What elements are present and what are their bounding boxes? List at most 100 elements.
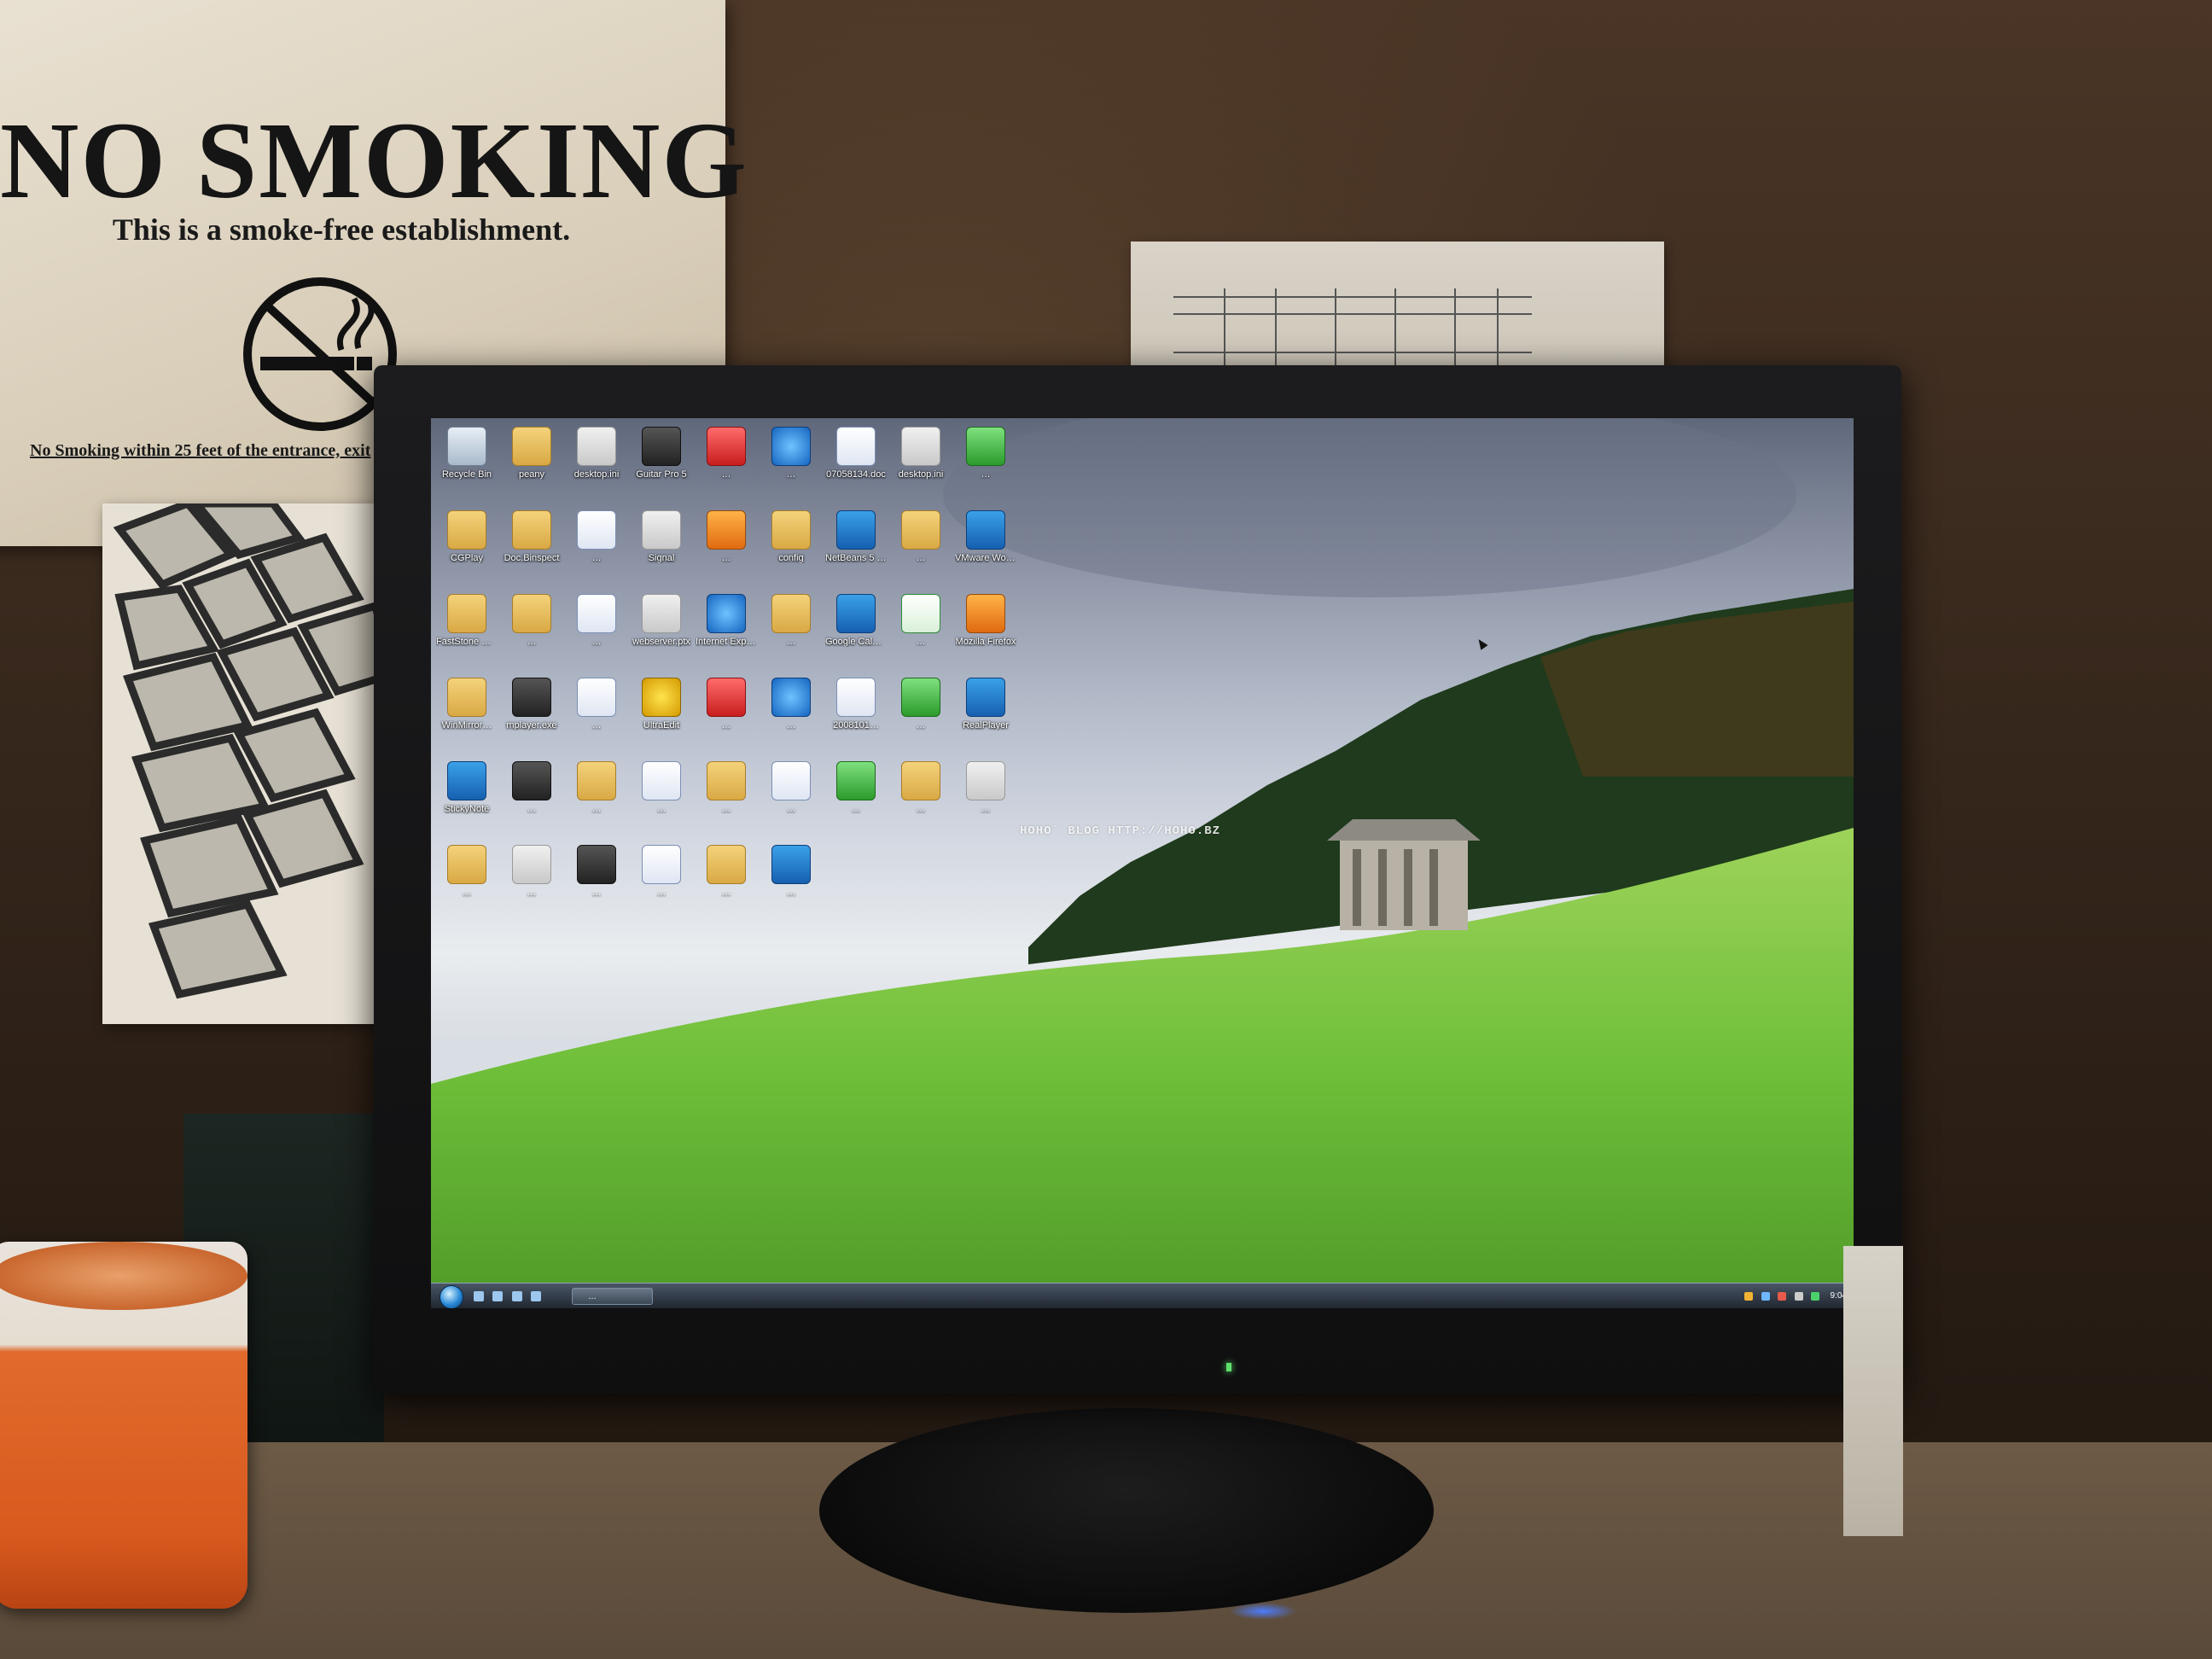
- desktop-icon[interactable]: 07058134.doc: [825, 427, 887, 504]
- desktop-icon[interactable]: …: [955, 761, 1016, 838]
- desktop-icon-label: …: [527, 637, 537, 647]
- desktop-icon[interactable]: …: [631, 845, 692, 922]
- word-doc-icon: [577, 510, 616, 550]
- folder-icon: [512, 594, 551, 633]
- desktop-icon[interactable]: Internet Explorer: [696, 594, 757, 671]
- desktop-icon[interactable]: Mozilla Firefox: [955, 594, 1016, 671]
- desktop-icon[interactable]: …: [566, 761, 627, 838]
- desktop-icon[interactable]: …: [890, 761, 952, 838]
- file-icon: [966, 761, 1005, 800]
- folder-icon: [447, 594, 486, 633]
- desktop-icon[interactable]: Recycle Bin: [436, 427, 498, 504]
- desktop-icon[interactable]: config: [760, 510, 822, 587]
- desktop-icon-label: …: [591, 804, 602, 814]
- desktop-icon[interactable]: CGPlay: [436, 510, 498, 587]
- file-icon: [642, 594, 681, 633]
- desktop-icon[interactable]: …: [501, 594, 562, 671]
- desktop-icon[interactable]: …: [696, 510, 757, 587]
- desktop-icon[interactable]: desktop.ini: [890, 427, 952, 504]
- recycle-bin-icon: [447, 427, 486, 466]
- desktop-icon[interactable]: UltraEdit: [631, 678, 692, 754]
- desktop-icon[interactable]: FastStone Capture: [436, 594, 498, 671]
- desktop-icon-label: …: [916, 720, 926, 731]
- desktop-icon[interactable]: webserver.ptx: [631, 594, 692, 671]
- realplayer-icon: [966, 678, 1005, 717]
- word-doc-icon: [836, 678, 876, 717]
- desktop-icon[interactable]: 2008101…: [825, 678, 887, 754]
- ultraedit-icon: [642, 678, 681, 717]
- desktop-icon[interactable]: …: [696, 845, 757, 922]
- app-quicklaunch-icon[interactable]: [531, 1291, 542, 1301]
- desktop-icon[interactable]: RealPlayer: [955, 678, 1016, 754]
- explorer-quicklaunch-icon[interactable]: [511, 1291, 522, 1301]
- desktop-icon[interactable]: …: [566, 845, 627, 922]
- desktop-icon[interactable]: …: [436, 845, 498, 922]
- desktop-icon[interactable]: NetBeans 5 Pro: [825, 510, 887, 587]
- start-button[interactable]: [439, 1285, 463, 1308]
- desktop-icon[interactable]: …: [760, 594, 822, 671]
- desktop-icon-label: …: [916, 637, 926, 647]
- desktop-icon[interactable]: StickyNote: [436, 761, 498, 838]
- desktop-icon[interactable]: …: [760, 761, 822, 838]
- desktop-icon[interactable]: …: [890, 510, 952, 587]
- taskbar-window-button[interactable]: …: [572, 1288, 653, 1305]
- desktop-icon[interactable]: …: [631, 761, 692, 838]
- desktop-icon-label: …: [656, 888, 667, 898]
- desktop-icon[interactable]: …: [760, 427, 822, 504]
- desktop-icon[interactable]: …: [825, 761, 887, 838]
- desktop-icon[interactable]: peany: [501, 427, 562, 504]
- word-doc-icon: [642, 761, 681, 800]
- desktop-icon[interactable]: desktop.ini: [566, 427, 627, 504]
- desktop-icon-label: …: [981, 804, 991, 814]
- desktop-icon-label: …: [721, 469, 731, 480]
- tray-status-icon[interactable]: [1811, 1292, 1820, 1301]
- desktop-icon[interactable]: Guitar Pro 5: [631, 427, 692, 504]
- desktop-icon-label: peany: [519, 469, 544, 480]
- desktop-icon[interactable]: …: [696, 427, 757, 504]
- show-desktop-icon[interactable]: [474, 1291, 484, 1301]
- desktop-icon[interactable]: …: [696, 678, 757, 754]
- desktop-icon[interactable]: Doc.Binspect: [501, 510, 562, 587]
- desktop-icon-label: FastStone Capture: [436, 637, 498, 647]
- tray-network-icon[interactable]: [1761, 1292, 1770, 1301]
- ie-quicklaunch-icon[interactable]: [492, 1291, 504, 1301]
- desktop-icon-label: desktop.ini: [898, 469, 944, 480]
- noodle-cup-lid: [0, 1242, 247, 1310]
- desktop-icon-label: VMware Workstation: [955, 553, 1016, 563]
- desktop-icon[interactable]: VMware Workstation: [955, 510, 1016, 587]
- app-icon: [707, 678, 746, 717]
- wooden-hut: [1327, 819, 1481, 930]
- desktop-icon[interactable]: …: [890, 594, 952, 671]
- desktop-icon[interactable]: …: [566, 594, 627, 671]
- calendar-icon: [447, 761, 486, 800]
- desktop-icon[interactable]: …: [696, 761, 757, 838]
- desktop-icon[interactable]: …: [760, 845, 822, 922]
- desktop-icon[interactable]: …: [566, 678, 627, 754]
- desktop-icon[interactable]: …: [501, 845, 562, 922]
- desktop-icon-label: NetBeans 5 Pro: [825, 553, 887, 563]
- settings-file-icon: [901, 427, 940, 466]
- tray-app-icon[interactable]: [1744, 1292, 1754, 1301]
- desktop-screen: Recycle Bin peany desktop.ini Guitar Pro 5 ……: [431, 418, 1854, 1308]
- tray-antivirus-icon[interactable]: [1778, 1292, 1787, 1301]
- desktop-icon[interactable]: …: [566, 510, 627, 587]
- word-doc-icon: [577, 594, 616, 633]
- desktop-icon-label: …: [786, 720, 796, 731]
- desktop-icon[interactable]: …: [760, 678, 822, 754]
- desktop-icon[interactable]: …: [501, 761, 562, 838]
- desktop-icon-label: …: [591, 553, 602, 563]
- desktop-icon[interactable]: …: [955, 427, 1016, 504]
- desktop-icon[interactable]: Signal: [631, 510, 692, 587]
- desktop-icon-label: …: [851, 804, 861, 814]
- desktop-icon[interactable]: Google Calendar: [825, 594, 887, 671]
- folder-icon: [512, 427, 551, 466]
- desktop-icon-label: …: [786, 888, 796, 898]
- desktop-icon[interactable]: WinMirror…: [436, 678, 498, 754]
- tile-pattern-graphic: [102, 504, 393, 1024]
- desktop-icon-label: Internet Explorer: [696, 637, 757, 647]
- desktop-icon[interactable]: mplayer.exe: [501, 678, 562, 754]
- system-tray: 9:04: [1591, 1287, 1847, 1306]
- app-icon: [707, 510, 746, 550]
- tray-volume-icon[interactable]: [1794, 1292, 1803, 1301]
- desktop-icon[interactable]: …: [890, 678, 952, 754]
